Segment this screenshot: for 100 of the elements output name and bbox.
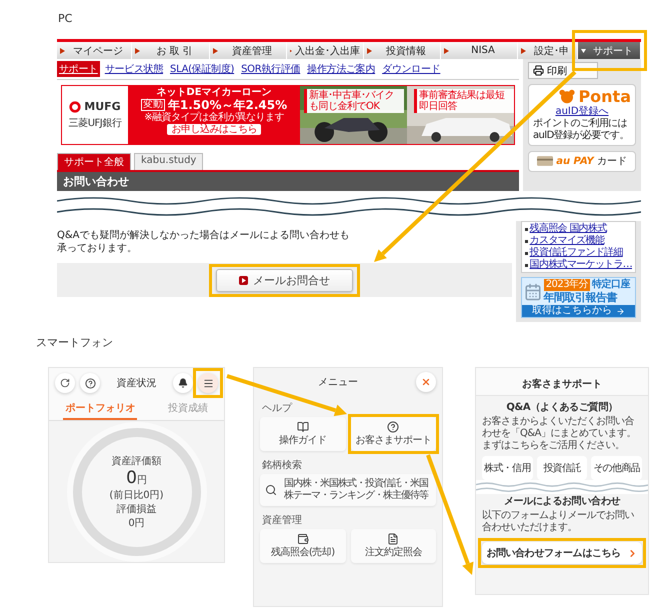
menu-icon — [202, 378, 214, 389]
category-card[interactable]: その他商品 — [591, 456, 642, 480]
nav-tab[interactable]: サポート — [578, 42, 641, 59]
promo-text: ポイントのご利用にはauID登録が必要です。 — [533, 118, 630, 142]
search-icon — [265, 484, 277, 496]
brand-name: MUFG — [84, 100, 121, 113]
content-tab[interactable]: サポート全般 — [57, 153, 131, 170]
ponta-logo: Ponta — [578, 88, 631, 106]
book-icon — [296, 421, 309, 434]
banner-callout: 事前審査結果は最短即日回答 — [414, 89, 514, 113]
category-card[interactable]: 投資信託 — [536, 456, 588, 480]
notification-button[interactable] — [173, 373, 193, 394]
menu-tile[interactable]: 残高照会(売却) — [260, 529, 346, 564]
mail-text: 以下のフォームよりメールでお問い合わせいただけます。 — [482, 510, 635, 534]
screen-title: 資産状況 — [116, 376, 158, 390]
mail-title: メールによるお問い合わせ — [504, 496, 620, 508]
caret-right-icon — [444, 48, 449, 54]
refresh-button[interactable] — [55, 373, 75, 394]
report-banner[interactable]: 2023年分 特定口座 年間取引報告書 取得はこちらから — [520, 277, 636, 318]
bullet-icon — [524, 252, 528, 254]
bell-icon — [178, 378, 188, 388]
calendar-icon — [524, 282, 542, 301]
mail-button[interactable]: メールお問合せ — [216, 268, 353, 292]
section-label: スマートフォン — [36, 335, 114, 350]
nav-tab[interactable]: 設定･申 — [518, 42, 578, 59]
bullet-icon — [524, 264, 528, 266]
bullet-icon — [524, 240, 528, 242]
inquiry-form-button[interactable]: お問い合わせフォームはこちら — [482, 542, 642, 564]
year-badge: 2023年分 — [544, 279, 590, 291]
credit-card-icon — [537, 156, 554, 166]
nav-tab[interactable]: マイページ — [57, 42, 132, 59]
au-pay-logo: au PAY — [556, 156, 594, 167]
caret-down-icon — [581, 48, 586, 54]
document-icon — [387, 533, 400, 546]
nav-link[interactable]: 操作方法ご案内 — [305, 61, 378, 77]
help-icon — [84, 378, 96, 389]
play-icon — [238, 276, 248, 284]
asset-value: 0 — [126, 468, 137, 488]
promo-text: カード — [596, 155, 627, 168]
group-heading: ヘルプ — [261, 402, 294, 416]
banner-note: ※融資タイプは金利が異なります — [144, 112, 284, 124]
profit-value: 0円 — [128, 516, 145, 530]
sidebar-link[interactable]: 投資信託ファンド詳細 — [530, 247, 623, 259]
close-icon — [421, 377, 431, 388]
sidebar-link[interactable]: 国内株式マーケットラ… — [530, 259, 632, 271]
asset-label: 資産評価額 — [112, 454, 162, 468]
arrow-right-icon — [616, 306, 625, 316]
content-tab[interactable]: kabu.study — [134, 153, 204, 170]
refresh-icon — [60, 378, 70, 388]
group-heading: 資産管理 — [261, 514, 303, 528]
caret-right-icon — [290, 48, 292, 54]
help-button[interactable] — [80, 373, 100, 394]
nav-tab[interactable]: 資産管理 — [210, 42, 287, 59]
screen-title: お客さまサポート — [522, 379, 602, 390]
rate-text: 年1.50%～年2.45% — [168, 98, 288, 112]
menu-tile[interactable]: 注文約定照会 — [350, 529, 436, 564]
report-title: 年間取引報告書 — [544, 291, 618, 304]
banner-callout: 新車･中古車･バイクも同じ金利でOK — [304, 89, 404, 113]
nav-tab[interactable]: NISA — [441, 42, 518, 59]
nav-link[interactable]: サービス状態 — [102, 61, 166, 77]
daily-change: (前日比0円) — [109, 488, 164, 502]
nav-link[interactable]: SOR執行評価 — [239, 61, 302, 77]
caret-right-icon — [521, 48, 526, 54]
section-title: お問い合わせ — [57, 172, 519, 191]
sidebar-link[interactable]: 残高照会 国内株式 — [530, 223, 607, 235]
category-card[interactable]: 株式・信用 — [482, 456, 533, 480]
nav-tab[interactable]: お 取 引 — [132, 42, 210, 59]
close-button[interactable] — [416, 372, 436, 392]
menu-button[interactable] — [198, 373, 218, 394]
menu-tile[interactable]: 国内株・米国株式・投資信託・米国株テーマ・ランキング・株主優待等 — [260, 474, 436, 506]
wallet-icon — [296, 533, 309, 546]
qa-text: お客さまからよくいただくお問い合わせを「Q&A」にまとめています。まずはこちらをご活用ください。 — [482, 416, 638, 452]
sidebar-link[interactable]: カスタマイズ機能 — [530, 235, 604, 247]
register-link[interactable]: auID登録へ — [555, 106, 609, 118]
menu-tile[interactable]: 操作ガイド — [260, 417, 346, 452]
group-heading: 銘柄検索 — [261, 458, 303, 474]
nav-link[interactable]: ダウンロード — [380, 61, 442, 77]
message-text: Q&Aでも疑問が解決しなかった場合はメールによる問い合わせも承っております。 — [57, 229, 351, 255]
bank-name: 三菱UFJ銀行 — [68, 116, 122, 130]
nav-tab[interactable]: 入出金･入出庫 — [287, 42, 364, 59]
nav-link[interactable]: SLA(保証制度) — [168, 61, 236, 77]
banner-title: ネットDEマイカーローン — [156, 87, 272, 98]
report-label: 特定口座 — [592, 279, 630, 291]
apply-button[interactable]: お申し込みはこちら — [167, 124, 261, 135]
bullet-icon — [524, 228, 528, 230]
nav-link[interactable]: サポート — [57, 61, 100, 77]
caret-right-icon — [135, 48, 140, 54]
report-footer: 取得はこちらから — [532, 305, 612, 318]
logo-icon — [69, 100, 82, 112]
caret-right-icon — [367, 48, 372, 54]
screen-title: メニュー — [317, 376, 359, 390]
section-label: PC — [58, 11, 74, 25]
currency-unit: 円 — [136, 474, 147, 487]
menu-tile[interactable]: お客さまサポート — [350, 417, 436, 452]
qa-title: Q&A（よくあるご質問） — [506, 402, 618, 414]
caret-right-icon — [213, 48, 218, 54]
nav-tab[interactable]: 投資情報 — [364, 42, 441, 59]
logo-icon — [559, 89, 576, 104]
caret-right-icon — [60, 48, 65, 54]
printer-icon — [533, 65, 544, 76]
